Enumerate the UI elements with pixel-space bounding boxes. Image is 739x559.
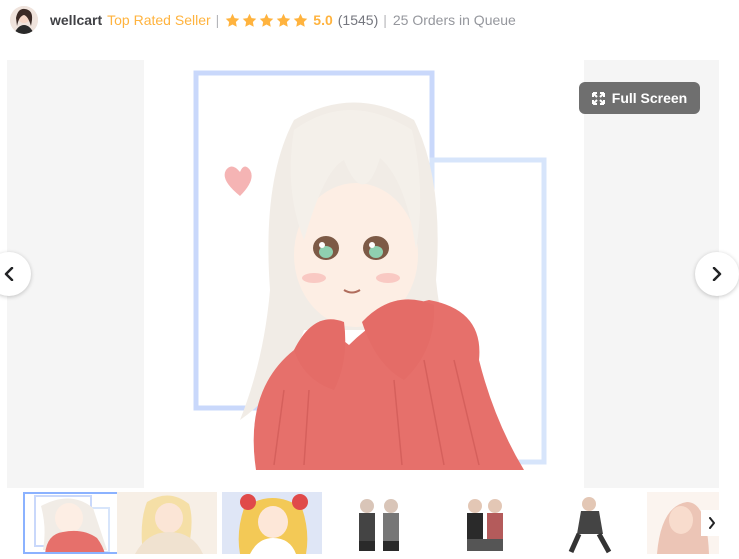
rating-count[interactable]: (1545)	[338, 12, 378, 28]
thumbnail-5[interactable]	[435, 492, 535, 554]
expand-icon	[591, 91, 605, 105]
full-screen-button[interactable]: Full Screen	[579, 82, 700, 114]
gallery-main-image[interactable]	[144, 60, 584, 488]
seller-avatar[interactable]	[10, 6, 38, 34]
chevron-right-icon	[709, 517, 715, 529]
rating-stars	[225, 13, 308, 28]
separator: |	[215, 12, 220, 28]
seller-name-link[interactable]: wellcart	[50, 12, 102, 28]
gig-gallery: Full Screen	[7, 60, 719, 488]
star-icon	[277, 13, 291, 27]
thumbnail-2[interactable]	[117, 492, 217, 554]
thumbnail-6[interactable]	[541, 492, 641, 554]
chevron-left-icon	[4, 267, 14, 281]
chevron-right-icon	[712, 267, 722, 281]
thumbnail-4[interactable]	[329, 492, 429, 554]
thumbnail-next-button[interactable]	[701, 510, 719, 536]
full-screen-label: Full Screen	[611, 90, 688, 106]
thumbnail-strip	[7, 492, 719, 554]
separator: |	[383, 12, 387, 28]
seller-level-badge: Top Rated Seller	[107, 12, 211, 28]
seller-info-bar: wellcart Top Rated Seller | 5.0 (1545) |…	[10, 4, 739, 36]
thumbnail-3[interactable]	[222, 492, 322, 554]
star-icon	[226, 13, 240, 27]
thumbnail-1[interactable]	[23, 492, 123, 554]
rating-score: 5.0	[313, 12, 333, 28]
star-icon	[294, 13, 308, 27]
star-icon	[243, 13, 257, 27]
orders-in-queue: 25 Orders in Queue	[392, 12, 516, 28]
star-icon	[260, 13, 274, 27]
gallery-next-button[interactable]	[695, 252, 739, 296]
